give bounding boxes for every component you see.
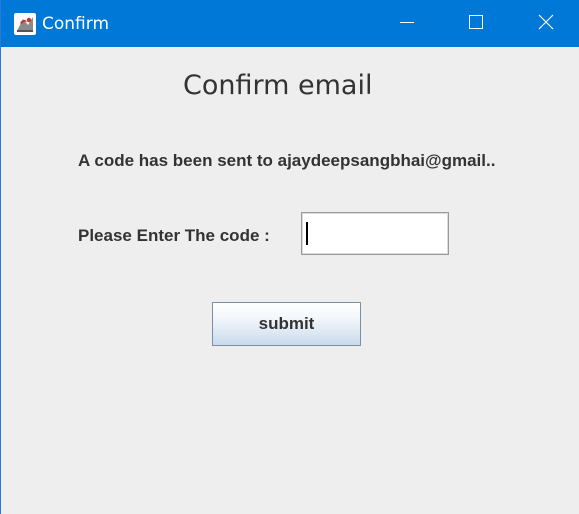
text-caret <box>306 222 308 245</box>
minimize-icon <box>400 14 414 33</box>
code-input[interactable] <box>301 212 449 255</box>
window-title: Confirm <box>42 14 110 34</box>
page-title: Confirm email <box>183 70 373 101</box>
title-bar[interactable]: Confirm <box>1 0 579 47</box>
confirm-window: Confirm Confirm email A code has been se… <box>0 0 579 514</box>
java-app-icon <box>14 13 36 35</box>
minimize-button[interactable] <box>384 0 430 47</box>
code-label: Please Enter The code : <box>78 226 270 245</box>
close-icon <box>538 14 554 34</box>
submit-button[interactable]: submit <box>212 302 361 346</box>
dialog-content: Confirm email A code has been sent to aj… <box>1 47 579 514</box>
maximize-button[interactable] <box>453 0 499 47</box>
close-button[interactable] <box>523 0 569 47</box>
maximize-icon <box>469 14 483 33</box>
code-sent-message: A code has been sent to ajaydeepsangbhai… <box>78 151 496 170</box>
